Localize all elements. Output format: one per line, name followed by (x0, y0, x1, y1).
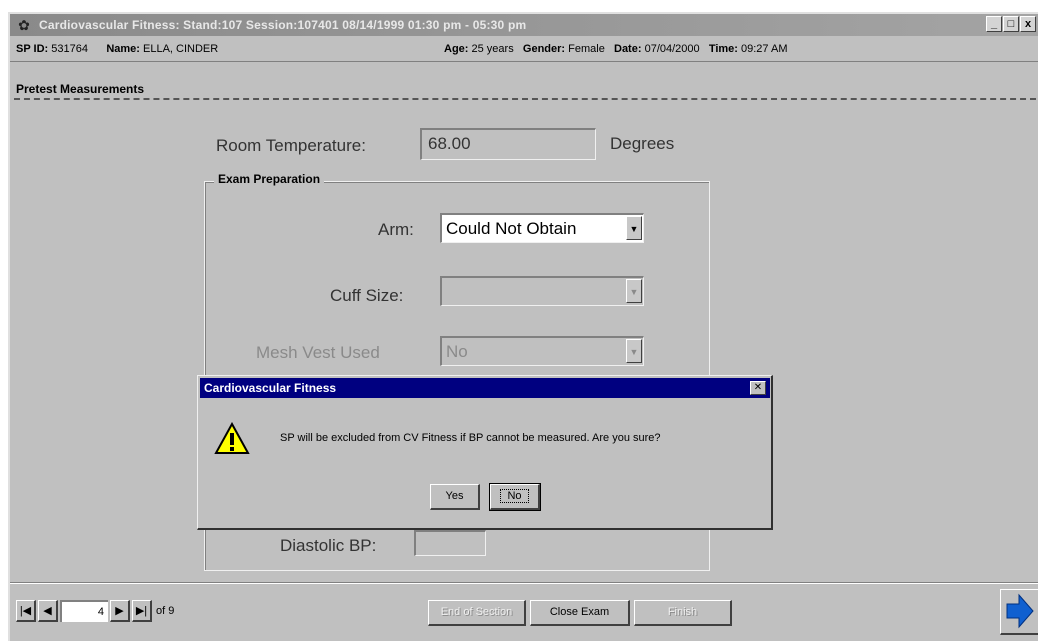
arm-select[interactable]: Could Not Obtain ▼ (440, 213, 644, 243)
room-temperature-field[interactable]: 68.00 (420, 128, 596, 160)
yes-button-label: Yes (445, 490, 464, 502)
confirm-dialog: Cardiovascular Fitness ✕ SP will be excl… (197, 375, 773, 530)
mesh-vest-select[interactable]: No ▼ (440, 336, 644, 366)
dialog-title: Cardiovascular Fitness ✕ (200, 378, 770, 398)
warning-icon (214, 422, 250, 454)
name-value: ELLA, CINDER (143, 43, 219, 55)
no-button-label: No (500, 489, 529, 503)
window-title: Cardiovascular Fitness: Stand:107 Sessio… (39, 18, 527, 32)
end-of-section-button[interactable]: End of Section (428, 600, 526, 626)
room-temperature-unit: Degrees (610, 134, 675, 153)
participant-demographics: Age: 25 years Gender: Female Date: 07/04… (444, 43, 788, 55)
mesh-vest-label: Mesh Vest Used (256, 343, 380, 362)
section-divider (14, 98, 1036, 100)
next-arrow-button[interactable] (1000, 589, 1038, 635)
last-page-icon[interactable]: ▶| (132, 600, 152, 622)
section-title: Pretest Measurements (16, 82, 145, 96)
main-window: ✿ Cardiovascular Fitness: Stand:107 Sess… (8, 12, 1038, 641)
time-value: 09:27 AM (741, 43, 788, 55)
diastolic-bp-field[interactable] (414, 530, 486, 556)
footer-divider (10, 582, 1038, 584)
first-page-icon[interactable]: |◀ (16, 600, 36, 622)
app-icon: ✿ (18, 17, 30, 33)
gender-label: Gender: (522, 43, 566, 55)
participant-id-name: SP ID: 531764 Name: ELLA, CINDER (16, 43, 218, 55)
minimize-button[interactable]: _ (986, 16, 1002, 32)
gender-value: Female (568, 43, 605, 55)
dialog-title-text: Cardiovascular Fitness (204, 381, 337, 395)
dialog-message: SP will be excluded from CV Fitness if B… (280, 432, 661, 444)
arm-label: Arm: (378, 220, 414, 239)
next-arrow-icon (1006, 593, 1034, 629)
chevron-down-icon[interactable]: ▼ (626, 339, 642, 363)
close-button[interactable]: x (1020, 16, 1036, 32)
sp-id-value: 531764 (51, 43, 88, 55)
cuff-size-label: Cuff Size: (330, 286, 404, 305)
yes-button[interactable]: Yes (430, 484, 480, 510)
date-value: 07/04/2000 (644, 43, 700, 55)
arm-selected-value: Could Not Obtain (446, 219, 577, 238)
page-navigator: |◀ ◀ 4 ▶ ▶| of 9 (16, 600, 174, 622)
prev-page-icon[interactable]: ◀ (38, 600, 58, 622)
window-controls: _ □ x (985, 16, 1036, 32)
finish-button[interactable]: Finish (634, 600, 732, 626)
next-page-icon[interactable]: ▶ (110, 600, 130, 622)
no-button[interactable]: No (489, 483, 541, 511)
chevron-down-icon[interactable]: ▼ (626, 279, 642, 303)
page-total: of 9 (156, 605, 175, 617)
age-label: Age: (444, 43, 469, 55)
diastolic-bp-label: Diastolic BP: (280, 536, 377, 555)
dialog-close-button[interactable]: ✕ (750, 381, 766, 395)
title-bar: ✿ Cardiovascular Fitness: Stand:107 Sess… (10, 14, 1038, 36)
sp-id-label: SP ID: (16, 43, 49, 55)
age-value: 25 years (471, 43, 514, 55)
cuff-size-select[interactable]: ▼ (440, 276, 644, 306)
page-number-field[interactable]: 4 (60, 600, 108, 622)
chevron-down-icon[interactable]: ▼ (626, 216, 642, 240)
mesh-vest-selected-value: No (446, 342, 468, 361)
maximize-button[interactable]: □ (1003, 16, 1019, 32)
date-label: Date: (614, 43, 642, 55)
close-exam-button[interactable]: Close Exam (530, 600, 630, 626)
participant-info-bar: SP ID: 531764 Name: ELLA, CINDER Age: 25… (10, 38, 1038, 62)
name-label: Name: (106, 43, 140, 55)
room-temperature-label: Room Temperature: (216, 136, 366, 155)
exam-preparation-title: Exam Preparation (214, 172, 325, 186)
time-label: Time: (708, 43, 738, 55)
